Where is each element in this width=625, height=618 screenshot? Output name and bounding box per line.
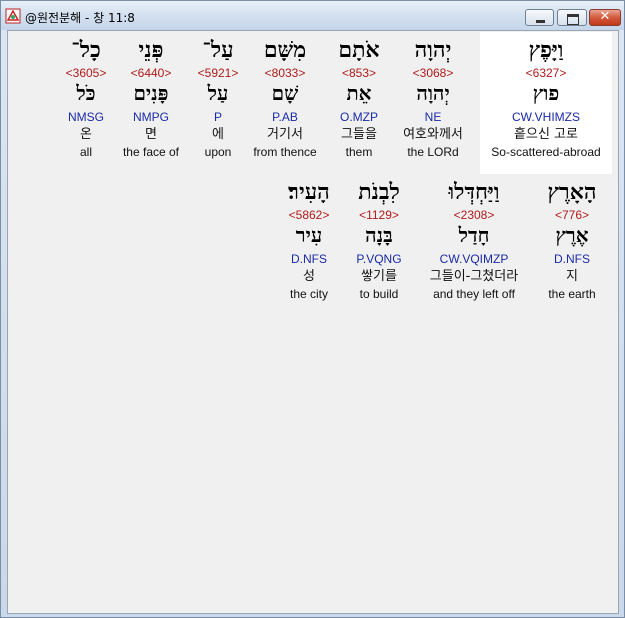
hebrew-word: וַיָּפֶץ bbox=[528, 37, 564, 63]
window-title: @원전분해 - 창 11:8 bbox=[25, 11, 135, 25]
parse-code: CW.VHIMZS bbox=[512, 110, 580, 124]
analysis-panel: וַיָּפֶץ <6327> פוץ CW.VHIMZS 흩으신 고로 So-… bbox=[7, 30, 619, 614]
parse-code: D.NFS bbox=[291, 252, 327, 266]
korean-gloss: 흩으신 고로 bbox=[514, 127, 578, 142]
hebrew-lemma: עִיר bbox=[295, 223, 323, 247]
parse-code: NMSG bbox=[68, 110, 104, 124]
app-logo-icon bbox=[5, 8, 21, 24]
close-icon: ✕ bbox=[599, 9, 611, 24]
title-bar[interactable]: @원전분해 - 창 11:8 ✕ bbox=[1, 1, 624, 30]
app-window: @원전분해 - 창 11:8 ✕ וַיָּפֶץ <6327> פוץ CW.… bbox=[0, 0, 625, 618]
strong-number[interactable]: <6327> bbox=[491, 65, 601, 81]
word-cell[interactable]: כָל־ <3605> כֹּל NMSG 온 all bbox=[31, 37, 141, 160]
english-gloss: So-scattered-abroad bbox=[491, 145, 601, 159]
hebrew-lemma: פוץ bbox=[532, 81, 560, 105]
english-gloss: the city bbox=[289, 287, 328, 301]
strong-number[interactable]: <5862> bbox=[254, 207, 364, 223]
hebrew-word: הָעִיר׃ bbox=[288, 179, 330, 205]
close-button[interactable]: ✕ bbox=[589, 9, 621, 26]
word-cell[interactable]: הָעִיר׃ <5862> עִיר D.NFS 성 the city bbox=[254, 179, 364, 302]
english-gloss: all bbox=[79, 145, 92, 159]
maximize-button[interactable] bbox=[557, 9, 587, 26]
hebrew-lemma: כֹּל bbox=[76, 81, 96, 105]
word-cell[interactable]: וַיָּפֶץ <6327> פוץ CW.VHIMZS 흩으신 고로 So-… bbox=[491, 37, 601, 160]
korean-gloss: 성 bbox=[303, 269, 315, 284]
strong-number[interactable]: <3605> bbox=[31, 65, 141, 81]
korean-gloss: 온 bbox=[80, 127, 92, 142]
hebrew-word: כָל־ bbox=[71, 37, 101, 63]
minimize-button[interactable] bbox=[525, 9, 554, 26]
